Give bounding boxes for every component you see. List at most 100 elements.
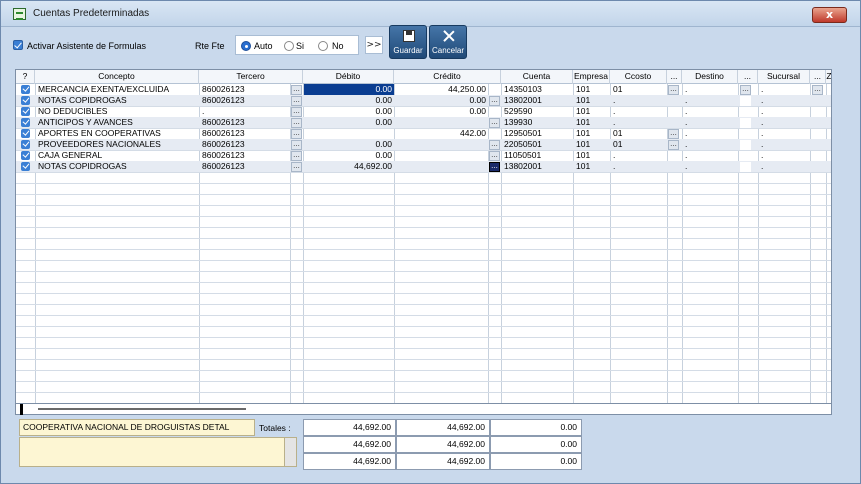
cell-debito[interactable] (304, 128, 394, 139)
table-row[interactable]: APORTES EN COOPERATIVAS 860026123... 442.0… (16, 128, 831, 139)
row-checkbox[interactable] (21, 85, 30, 94)
lookup-button[interactable]: ... (740, 85, 751, 95)
lookup-button[interactable]: ... (489, 140, 500, 150)
column-header[interactable]: Cuenta (501, 70, 573, 84)
table-row[interactable]: ANTICIPOS Y AVANCES 860026123... 0.00... 13… (16, 117, 831, 128)
lookup-button[interactable]: ... (291, 96, 302, 106)
cell-empresa[interactable]: 101 (574, 117, 610, 128)
cell-ccosto[interactable]: . (611, 161, 667, 172)
row-checkbox[interactable] (21, 162, 30, 171)
cell-ccosto[interactable]: . (611, 150, 667, 161)
cell-credito[interactable] (395, 150, 488, 161)
radio-no[interactable] (318, 41, 328, 51)
close-button[interactable]: x (812, 7, 847, 23)
cell-sucursal[interactable]: . (759, 128, 810, 139)
column-header[interactable]: Sucursal (758, 70, 810, 84)
cell-cuenta[interactable]: 11050501 (502, 150, 573, 161)
cell-sucursal[interactable]: . (759, 84, 810, 95)
scroll-thumb[interactable] (38, 408, 246, 410)
cell-sucursal[interactable]: . (759, 139, 810, 150)
cell-concepto[interactable]: MERCANCIA EXENTA/EXCLUIDA (36, 84, 199, 95)
cell-concepto[interactable]: PROVEEDORES NACIONALES (36, 139, 199, 150)
next-button[interactable]: >> (365, 36, 383, 54)
column-header[interactable]: ... (810, 70, 826, 84)
cell-destino[interactable]: . (683, 117, 738, 128)
column-header[interactable]: Tercero (199, 70, 303, 84)
column-header[interactable]: ... (738, 70, 758, 84)
cell-cuenta[interactable]: 13802001 (502, 95, 573, 106)
column-header[interactable]: ... (667, 70, 682, 84)
cell-cuenta[interactable]: 22050501 (502, 139, 573, 150)
cell-cuenta[interactable]: 13802001 (502, 161, 573, 172)
lookup-button[interactable]: ... (291, 107, 302, 117)
lookup-button[interactable]: ... (489, 118, 500, 128)
cancel-button[interactable]: Cancelar (429, 25, 467, 59)
row-checkbox[interactable] (21, 140, 30, 149)
cell-destino[interactable]: . (683, 95, 738, 106)
cell-ccosto[interactable]: 01 (611, 128, 667, 139)
cell-credito[interactable] (395, 161, 488, 172)
cell-sucursal[interactable]: . (759, 117, 810, 128)
cell-concepto[interactable]: APORTES EN COOPERATIVAS (36, 128, 199, 139)
column-header[interactable]: Concepto (35, 70, 199, 84)
cell-tercero[interactable]: 860026123 (200, 161, 290, 172)
cell-ccosto[interactable]: 01 (611, 139, 667, 150)
column-header[interactable]: Empresa (573, 70, 610, 84)
save-button[interactable]: Guardar (389, 25, 427, 59)
lookup-button[interactable]: ... (291, 140, 302, 150)
cell-empresa[interactable]: 101 (574, 106, 610, 117)
row-checkbox[interactable] (21, 96, 30, 105)
cell-debito[interactable]: 0.00 (304, 117, 394, 128)
lookup-button[interactable]: ... (291, 151, 302, 161)
cell-concepto[interactable]: CAJA GENERAL (36, 150, 199, 161)
radio-auto[interactable] (241, 41, 251, 51)
cell-tercero[interactable]: 860026123 (200, 95, 290, 106)
cell-ccosto[interactable]: 01 (611, 84, 667, 95)
cell-tercero[interactable]: 860026123 (200, 128, 290, 139)
cell-sucursal[interactable]: . (759, 161, 810, 172)
cell-destino[interactable]: . (683, 84, 738, 95)
cell-sucursal[interactable]: . (759, 150, 810, 161)
lookup-button[interactable]: ... (291, 85, 302, 95)
cell-credito[interactable] (395, 139, 488, 150)
lookup-button[interactable]: ... (291, 162, 302, 172)
lookup-button[interactable]: ... (489, 162, 500, 172)
cell-credito[interactable]: 0.00 (395, 106, 488, 117)
table-row[interactable]: CAJA GENERAL 860026123... 0.00... 11050501 1… (16, 150, 831, 161)
cell-tercero[interactable]: . (200, 106, 290, 117)
row-checkbox[interactable] (21, 107, 30, 116)
cell-empresa[interactable]: 101 (574, 128, 610, 139)
lookup-button[interactable]: ... (812, 85, 823, 95)
lookup-button[interactable]: ... (291, 129, 302, 139)
cell-credito[interactable] (395, 117, 488, 128)
cell-concepto[interactable]: NOTAS COPIDROGAS (36, 95, 199, 106)
cell-debito[interactable]: 44,692.00 (304, 161, 394, 172)
lookup-button[interactable]: ... (668, 129, 679, 139)
cell-cuenta[interactable]: 12950501 (502, 128, 573, 139)
radio-si[interactable] (284, 41, 294, 51)
cell-destino[interactable]: . (683, 128, 738, 139)
horizontal-scrollbar[interactable] (15, 404, 832, 415)
cell-debito[interactable]: 0.00 (304, 139, 394, 150)
assistant-checkbox[interactable] (13, 40, 23, 50)
cell-concepto[interactable]: NOTAS COPIDROGAS (36, 161, 199, 172)
cell-ccosto[interactable]: . (611, 95, 667, 106)
column-header[interactable]: Crédito (394, 70, 501, 84)
lookup-button[interactable]: ... (668, 140, 679, 150)
cell-credito[interactable]: 442.00 (395, 128, 488, 139)
lookup-button[interactable]: ... (668, 85, 679, 95)
cell-tercero[interactable]: 860026123 (200, 150, 290, 161)
row-checkbox[interactable] (21, 118, 30, 127)
table-row[interactable]: NOTAS COPIDROGAS 860026123... 0.00 0.00... 1… (16, 95, 831, 106)
title-bar[interactable]: Cuentas Predeterminadas x (1, 1, 860, 27)
column-header[interactable]: Débito (303, 70, 394, 84)
cell-debito[interactable]: 0.00 (304, 95, 394, 106)
cell-destino[interactable]: . (683, 150, 738, 161)
cell-ccosto[interactable]: . (611, 106, 667, 117)
cell-cuenta[interactable]: 139930 (502, 117, 573, 128)
cell-credito[interactable]: 0.00 (395, 95, 488, 106)
cell-concepto[interactable]: ANTICIPOS Y AVANCES (36, 117, 199, 128)
cell-empresa[interactable]: 101 (574, 150, 610, 161)
lookup-button[interactable]: ... (489, 151, 500, 161)
cell-ccosto[interactable]: . (611, 117, 667, 128)
